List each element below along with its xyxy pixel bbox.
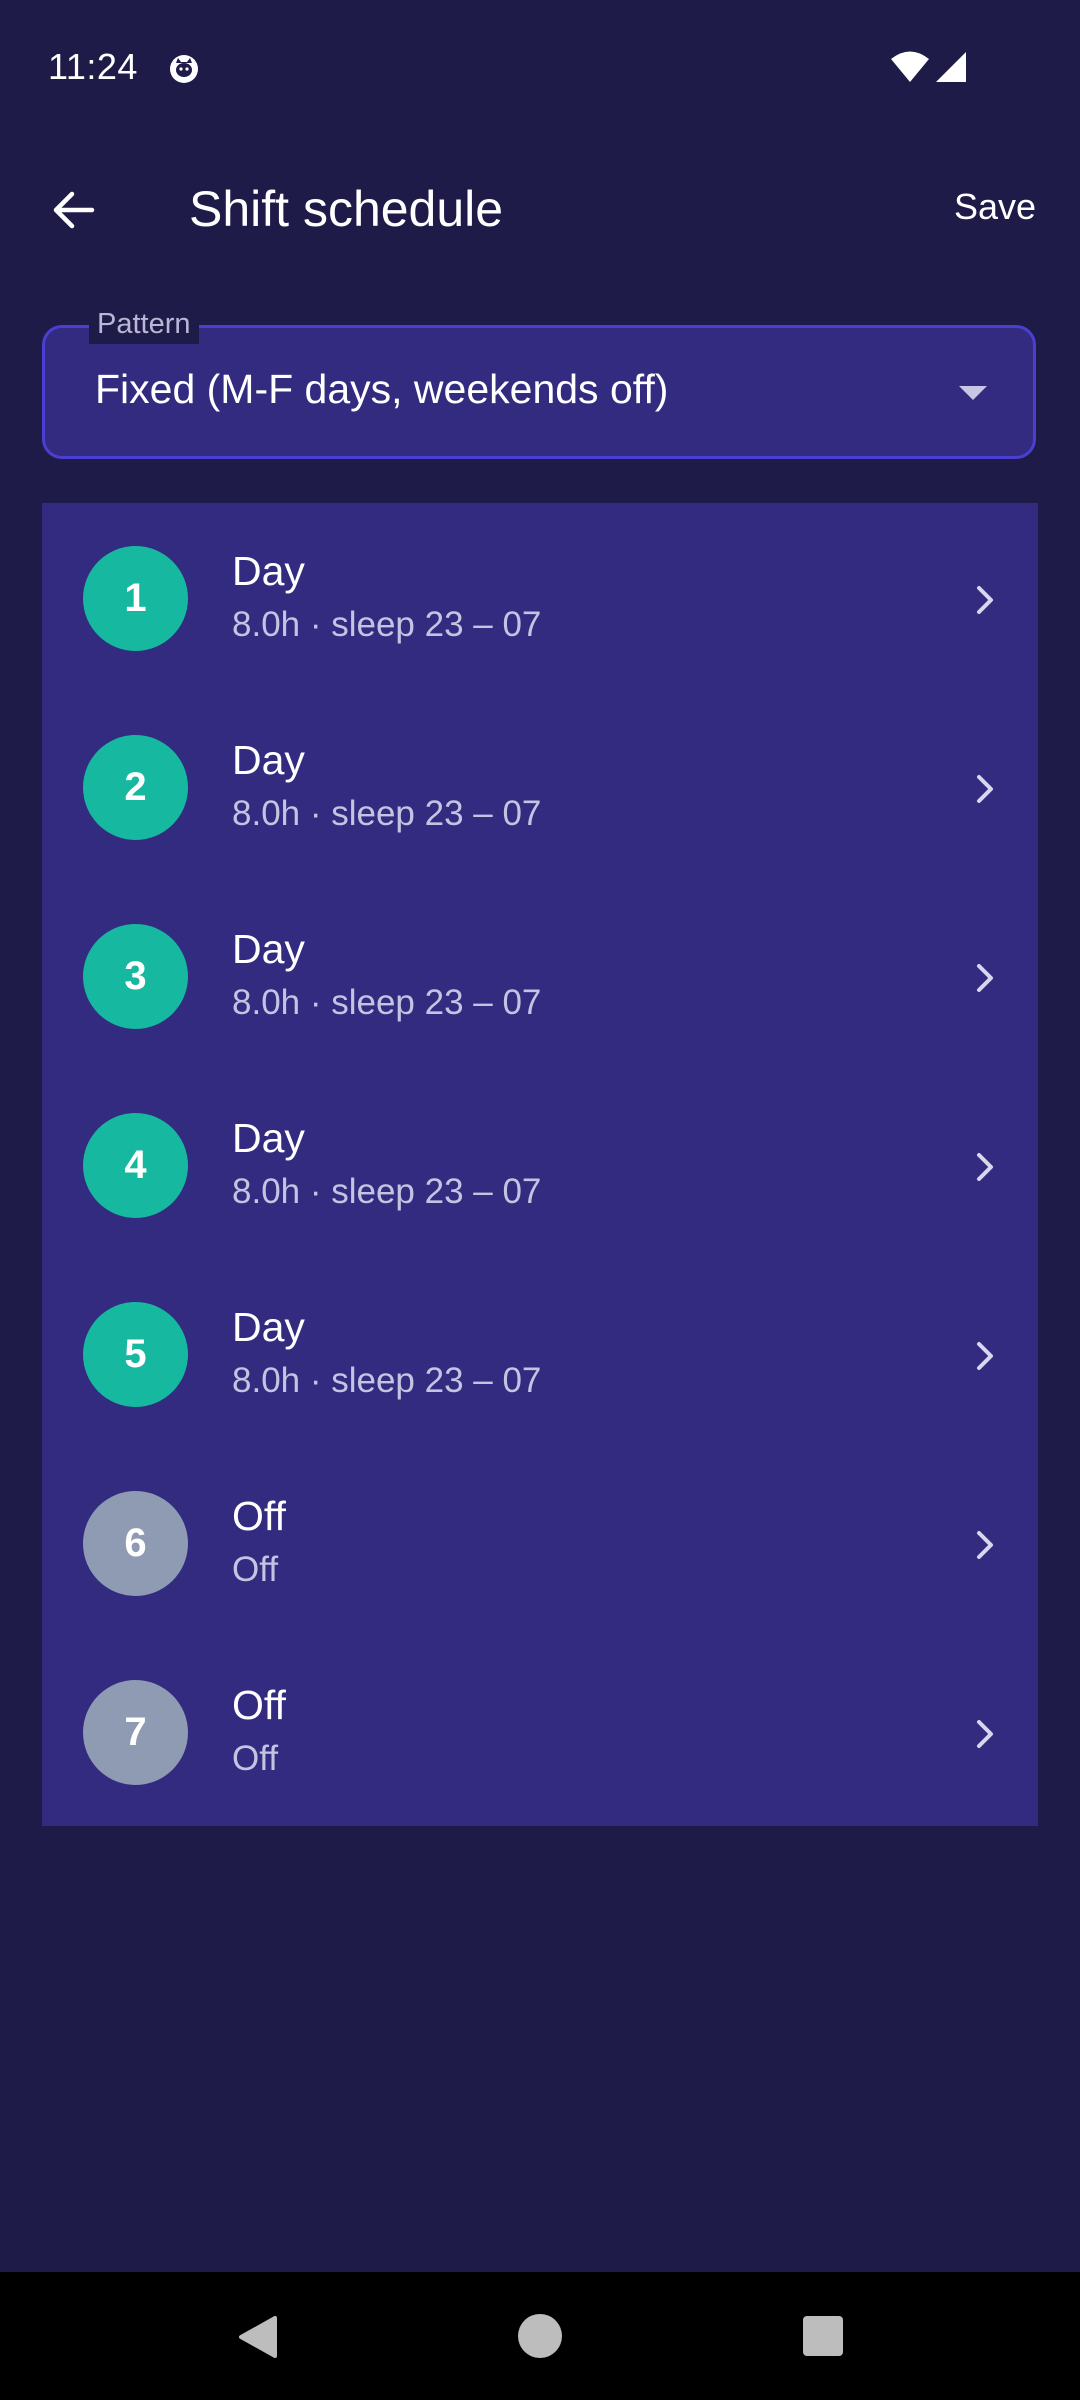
back-button[interactable] [28,172,118,248]
chevron-right-icon [977,1531,993,1559]
arrow-left-icon [53,191,95,229]
day-number: 6 [124,1521,147,1565]
day-number-badge: 7 [83,1680,188,1785]
day-number: 2 [124,765,147,809]
chevron-right-icon [977,775,993,803]
day-row-1[interactable]: 1 Day 8.0h · sleep 23 – 07 [42,503,1038,692]
status-bar: 11:24 [0,0,1080,136]
pattern-label: Pattern [89,304,199,344]
day-number-badge: 4 [83,1113,188,1218]
day-subtitle: 8.0h · sleep 23 – 07 [232,794,542,833]
day-number-badge: 5 [83,1302,188,1407]
day-title: Day [232,1304,305,1350]
day-title: Day [232,737,305,783]
pattern-value: Fixed (M-F days, weekends off) [95,366,669,412]
day-subtitle: 8.0h · sleep 23 – 07 [232,983,542,1022]
day-number-badge: 2 [83,735,188,840]
chevron-right-icon [977,1342,993,1370]
nav-back-icon[interactable] [235,2314,279,2360]
day-row-5[interactable]: 5 Day 8.0h · sleep 23 – 07 [42,1259,1038,1448]
chevron-right-icon [977,586,993,614]
day-subtitle: 8.0h · sleep 23 – 07 [232,1172,542,1211]
day-row-4[interactable]: 4 Day 8.0h · sleep 23 – 07 [42,1070,1038,1259]
day-row-7[interactable]: 7 Off Off [42,1637,1038,1826]
day-number: 5 [124,1332,147,1376]
chevron-right-icon [977,1720,993,1748]
app-bar: Shift schedule Save [0,150,1080,270]
day-number: 4 [124,1143,147,1187]
day-title: Day [232,926,305,972]
day-subtitle: Off [232,1550,279,1589]
system-nav-bar [0,2272,1080,2400]
day-row-6[interactable]: 6 Off Off [42,1448,1038,1637]
day-title: Off [232,1682,286,1728]
day-number-badge: 6 [83,1491,188,1596]
day-number-badge: 3 [83,924,188,1029]
day-subtitle: Off [232,1739,279,1778]
nav-recents-icon[interactable] [803,2316,843,2356]
pattern-dropdown[interactable]: Pattern Fixed (M-F days, weekends off) [42,304,1036,459]
day-title: Day [232,548,305,594]
day-row-2[interactable]: 2 Day 8.0h · sleep 23 – 07 [42,692,1038,881]
wifi-icon [891,51,929,82]
day-number: 3 [124,954,147,998]
day-number-badge: 1 [83,546,188,651]
page-title: Shift schedule [189,181,504,237]
chevron-right-icon [977,964,993,992]
day-row-3[interactable]: 3 Day 8.0h · sleep 23 – 07 [42,881,1038,1070]
day-subtitle: 8.0h · sleep 23 – 07 [232,1361,542,1400]
chevron-right-icon [977,1153,993,1181]
signal-icon [936,52,966,82]
day-title: Day [232,1115,305,1161]
day-subtitle: 8.0h · sleep 23 – 07 [232,605,542,644]
day-number: 7 [124,1710,147,1754]
status-time: 11:24 [48,46,138,87]
nav-home-icon[interactable] [518,2314,562,2358]
day-number: 1 [124,576,147,620]
save-button[interactable]: Save [954,186,1036,228]
day-list: 1 Day 8.0h · sleep 23 – 07 2 Day 8.0h · … [42,503,1038,1826]
day-title: Off [232,1493,286,1539]
cat-notification-icon [170,55,198,83]
dropdown-arrow-icon [959,386,987,400]
